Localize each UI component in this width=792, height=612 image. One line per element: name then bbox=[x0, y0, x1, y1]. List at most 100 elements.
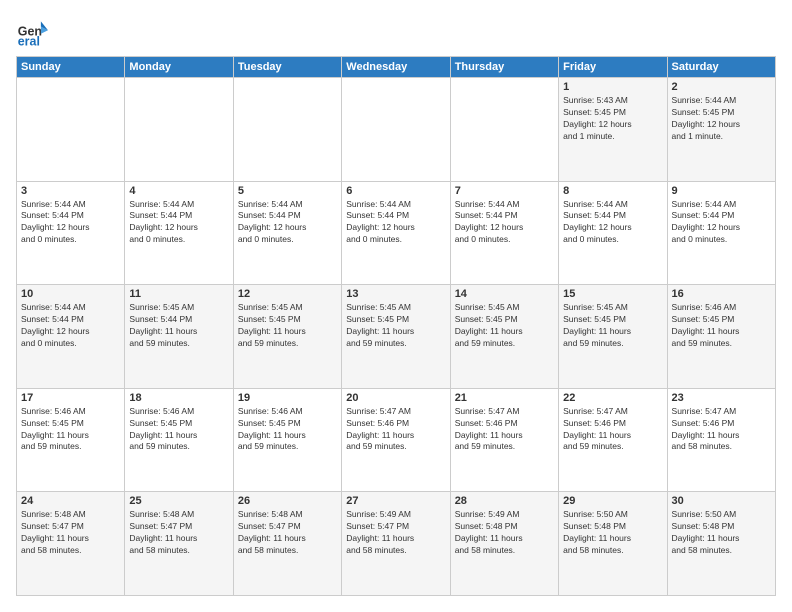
week-row-1: 1 Sunrise: 5:43 AM Sunset: 5:45 PM Daylig… bbox=[17, 78, 776, 182]
day-cell: 26 Sunrise: 5:48 AM Sunset: 5:47 PM Dayli… bbox=[233, 492, 341, 596]
day-number: 24 bbox=[21, 495, 120, 507]
day-number: 5 bbox=[238, 185, 337, 197]
day-number: 9 bbox=[672, 185, 771, 197]
svg-text:eral: eral bbox=[18, 34, 40, 48]
day-info: Sunrise: 5:48 AM Sunset: 5:47 PM Dayligh… bbox=[238, 509, 337, 557]
day-cell: 12Sunrise: 5:45 AM Sunset: 5:45 PM Dayli… bbox=[233, 285, 341, 389]
day-number: 13 bbox=[346, 288, 445, 300]
day-number: 28 bbox=[455, 495, 554, 507]
week-row-5: 24 Sunrise: 5:48 AM Sunset: 5:47 PM Dayli… bbox=[17, 492, 776, 596]
day-number: 25 bbox=[129, 495, 228, 507]
day-cell: 18 Sunrise: 5:46 AM Sunset: 5:45 PM Dayli… bbox=[125, 388, 233, 492]
day-cell: 13 Sunrise: 5:45 AM Sunset: 5:45 PM Dayli… bbox=[342, 285, 450, 389]
logo-icon: Gen eral bbox=[16, 16, 48, 48]
day-number: 11 bbox=[129, 288, 228, 300]
day-info: Sunrise: 5:44 AM Sunset: 5:44 PM Dayligh… bbox=[238, 199, 337, 247]
weekday-friday: Friday bbox=[559, 57, 667, 78]
day-cell: 25 Sunrise: 5:48 AM Sunset: 5:47 PM Dayli… bbox=[125, 492, 233, 596]
day-number: 8 bbox=[563, 185, 662, 197]
day-info: Sunrise: 5:44 AM Sunset: 5:44 PM Dayligh… bbox=[21, 302, 120, 350]
day-cell: 14 Sunrise: 5:45 AM Sunset: 5:45 PM Dayli… bbox=[450, 285, 558, 389]
day-number: 22 bbox=[563, 392, 662, 404]
weekday-monday: Monday bbox=[125, 57, 233, 78]
page-header: Gen eral bbox=[16, 16, 776, 48]
day-number: 2 bbox=[672, 81, 771, 93]
weekday-header-row: SundayMondayTuesdayWednesdayThursdayFrid… bbox=[17, 57, 776, 78]
weekday-thursday: Thursday bbox=[450, 57, 558, 78]
day-cell: 8Sunrise: 5:44 AM Sunset: 5:44 PM Daylig… bbox=[559, 181, 667, 285]
day-info: Sunrise: 5:47 AM Sunset: 5:46 PM Dayligh… bbox=[346, 406, 445, 454]
day-info: Sunrise: 5:44 AM Sunset: 5:44 PM Dayligh… bbox=[129, 199, 228, 247]
day-cell: 24 Sunrise: 5:48 AM Sunset: 5:47 PM Dayli… bbox=[17, 492, 125, 596]
day-number: 10 bbox=[21, 288, 120, 300]
day-number: 30 bbox=[672, 495, 771, 507]
day-info: Sunrise: 5:45 AM Sunset: 5:45 PM Dayligh… bbox=[563, 302, 662, 350]
day-cell: 27 Sunrise: 5:49 AM Sunset: 5:47 PM Dayli… bbox=[342, 492, 450, 596]
day-cell: 29 Sunrise: 5:50 AM Sunset: 5:48 PM Dayli… bbox=[559, 492, 667, 596]
day-cell: 17 Sunrise: 5:46 AM Sunset: 5:45 PM Dayli… bbox=[17, 388, 125, 492]
day-info: Sunrise: 5:46 AM Sunset: 5:45 PM Dayligh… bbox=[129, 406, 228, 454]
day-info: Sunrise: 5:45 AM Sunset: 5:45 PM Dayligh… bbox=[455, 302, 554, 350]
day-number: 18 bbox=[129, 392, 228, 404]
day-cell bbox=[17, 78, 125, 182]
day-info: Sunrise: 5:47 AM Sunset: 5:46 PM Dayligh… bbox=[455, 406, 554, 454]
day-cell: 6 Sunrise: 5:44 AM Sunset: 5:44 PM Daylig… bbox=[342, 181, 450, 285]
weekday-sunday: Sunday bbox=[17, 57, 125, 78]
day-info: Sunrise: 5:45 AM Sunset: 5:44 PM Dayligh… bbox=[129, 302, 228, 350]
day-number: 23 bbox=[672, 392, 771, 404]
day-cell: 4Sunrise: 5:44 AM Sunset: 5:44 PM Daylig… bbox=[125, 181, 233, 285]
day-info: Sunrise: 5:45 AM Sunset: 5:45 PM Dayligh… bbox=[346, 302, 445, 350]
day-cell: 28Sunrise: 5:49 AM Sunset: 5:48 PM Dayli… bbox=[450, 492, 558, 596]
day-info: Sunrise: 5:49 AM Sunset: 5:47 PM Dayligh… bbox=[346, 509, 445, 557]
day-number: 12 bbox=[238, 288, 337, 300]
day-number: 1 bbox=[563, 81, 662, 93]
day-cell: 1 Sunrise: 5:43 AM Sunset: 5:45 PM Daylig… bbox=[559, 78, 667, 182]
day-number: 3 bbox=[21, 185, 120, 197]
day-info: Sunrise: 5:44 AM Sunset: 5:44 PM Dayligh… bbox=[21, 199, 120, 247]
day-info: Sunrise: 5:46 AM Sunset: 5:45 PM Dayligh… bbox=[672, 302, 771, 350]
day-cell: 15 Sunrise: 5:45 AM Sunset: 5:45 PM Dayli… bbox=[559, 285, 667, 389]
day-number: 21 bbox=[455, 392, 554, 404]
weekday-saturday: Saturday bbox=[667, 57, 775, 78]
day-info: Sunrise: 5:44 AM Sunset: 5:44 PM Dayligh… bbox=[455, 199, 554, 247]
day-info: Sunrise: 5:50 AM Sunset: 5:48 PM Dayligh… bbox=[672, 509, 771, 557]
day-info: Sunrise: 5:48 AM Sunset: 5:47 PM Dayligh… bbox=[129, 509, 228, 557]
day-cell: 23Sunrise: 5:47 AM Sunset: 5:46 PM Dayli… bbox=[667, 388, 775, 492]
day-number: 6 bbox=[346, 185, 445, 197]
day-cell bbox=[233, 78, 341, 182]
day-number: 27 bbox=[346, 495, 445, 507]
day-cell: 21 Sunrise: 5:47 AM Sunset: 5:46 PM Dayli… bbox=[450, 388, 558, 492]
day-number: 19 bbox=[238, 392, 337, 404]
day-info: Sunrise: 5:50 AM Sunset: 5:48 PM Dayligh… bbox=[563, 509, 662, 557]
day-info: Sunrise: 5:46 AM Sunset: 5:45 PM Dayligh… bbox=[21, 406, 120, 454]
day-info: Sunrise: 5:48 AM Sunset: 5:47 PM Dayligh… bbox=[21, 509, 120, 557]
day-number: 20 bbox=[346, 392, 445, 404]
day-info: Sunrise: 5:43 AM Sunset: 5:45 PM Dayligh… bbox=[563, 95, 662, 143]
day-number: 26 bbox=[238, 495, 337, 507]
logo: Gen eral bbox=[16, 16, 52, 48]
day-cell: 7 Sunrise: 5:44 AM Sunset: 5:44 PM Daylig… bbox=[450, 181, 558, 285]
day-number: 17 bbox=[21, 392, 120, 404]
day-cell bbox=[125, 78, 233, 182]
day-cell: 11 Sunrise: 5:45 AM Sunset: 5:44 PM Dayli… bbox=[125, 285, 233, 389]
day-number: 15 bbox=[563, 288, 662, 300]
week-row-4: 17 Sunrise: 5:46 AM Sunset: 5:45 PM Dayli… bbox=[17, 388, 776, 492]
day-number: 16 bbox=[672, 288, 771, 300]
day-cell: 30 Sunrise: 5:50 AM Sunset: 5:48 PM Dayli… bbox=[667, 492, 775, 596]
day-number: 29 bbox=[563, 495, 662, 507]
day-cell: 16 Sunrise: 5:46 AM Sunset: 5:45 PM Dayli… bbox=[667, 285, 775, 389]
day-cell bbox=[342, 78, 450, 182]
weekday-tuesday: Tuesday bbox=[233, 57, 341, 78]
week-row-2: 3 Sunrise: 5:44 AM Sunset: 5:44 PM Daylig… bbox=[17, 181, 776, 285]
day-cell: 3 Sunrise: 5:44 AM Sunset: 5:44 PM Daylig… bbox=[17, 181, 125, 285]
day-cell bbox=[450, 78, 558, 182]
day-info: Sunrise: 5:44 AM Sunset: 5:45 PM Dayligh… bbox=[672, 95, 771, 143]
day-info: Sunrise: 5:46 AM Sunset: 5:45 PM Dayligh… bbox=[238, 406, 337, 454]
day-info: Sunrise: 5:44 AM Sunset: 5:44 PM Dayligh… bbox=[672, 199, 771, 247]
day-number: 7 bbox=[455, 185, 554, 197]
calendar-table: SundayMondayTuesdayWednesdayThursdayFrid… bbox=[16, 56, 776, 596]
day-cell: 19 Sunrise: 5:46 AM Sunset: 5:45 PM Dayli… bbox=[233, 388, 341, 492]
day-cell: 9 Sunrise: 5:44 AM Sunset: 5:44 PM Daylig… bbox=[667, 181, 775, 285]
day-number: 14 bbox=[455, 288, 554, 300]
day-info: Sunrise: 5:44 AM Sunset: 5:44 PM Dayligh… bbox=[346, 199, 445, 247]
